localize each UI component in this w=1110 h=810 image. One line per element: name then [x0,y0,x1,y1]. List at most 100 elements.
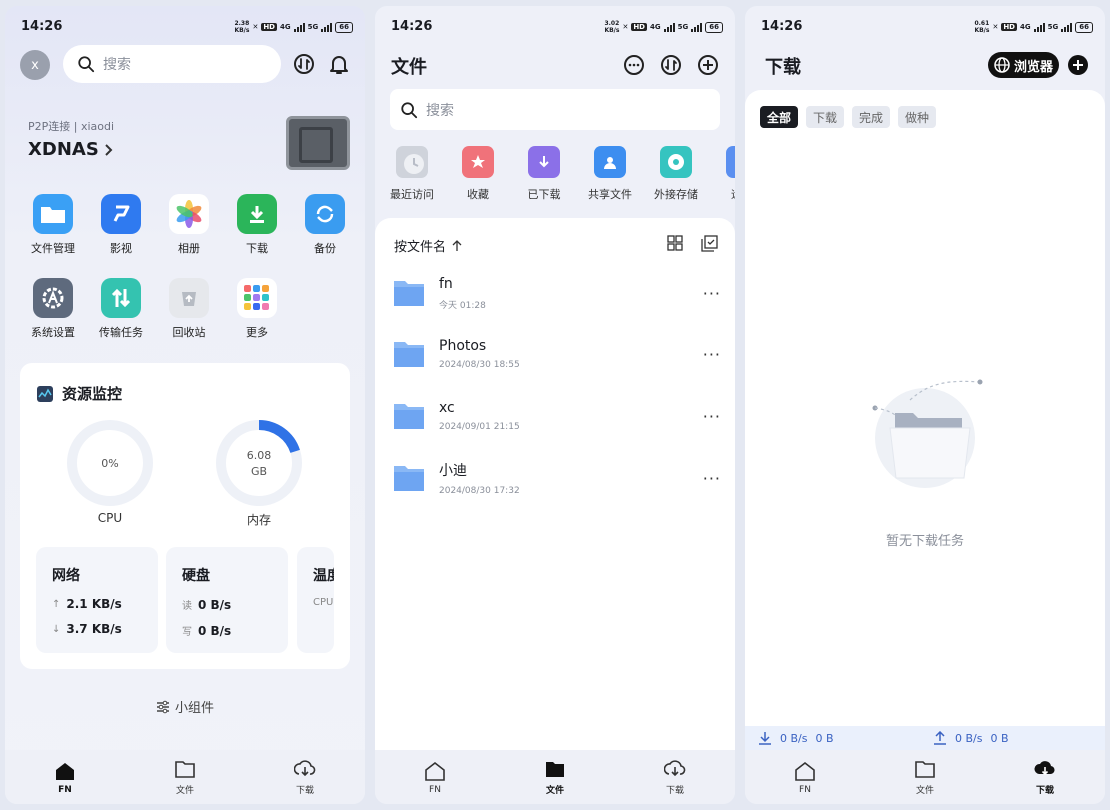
download-arrow-icon [759,732,771,745]
app-settings[interactable]: 系统设置 [19,278,87,340]
empty-state-text: 暂无下载任务 [885,534,964,549]
file-row[interactable]: 小迪 2024/08/30 17:32 ··· [393,453,721,503]
memory-gauge [216,420,302,506]
tab-files[interactable]: 文件 [895,758,955,796]
app-backup[interactable]: 备份 [291,194,359,256]
quick-remote[interactable]: 远程 [709,146,735,202]
app-label: 文件管理 [31,242,75,255]
folder-outline-icon [175,761,195,778]
bottom-tab-bar: FN 文件 下载 [745,750,1105,804]
add-icon[interactable] [696,53,720,77]
cpu-value: 0% [101,457,119,470]
app-download[interactable]: 下载 [223,194,291,256]
download-circle-icon [664,760,686,777]
status-time: 14:26 [21,19,63,34]
status-time: 14:26 [761,19,803,34]
file-name: 小迪 [439,463,467,479]
tab-downloads[interactable]: 下载 [1015,758,1075,796]
app-transfer[interactable]: 传输任务 [87,278,155,340]
network-widget[interactable]: 网络 ↑ 2.1 KB/s ↓ 3.7 KB/s [36,547,158,653]
file-list-pane: 按文件名 fn 今天 01:28 ··· Photos 2024/08/30 18:… [375,218,735,750]
tab-fn[interactable]: FN [405,760,465,795]
file-date: 2024/09/01 21:15 [439,422,520,432]
tab-files[interactable]: 文件 [525,758,585,796]
more-icon[interactable]: ··· [703,469,721,488]
transfer-status-icon[interactable] [292,52,316,76]
more-apps-icon [237,278,277,318]
quick-external[interactable]: 外接存储 [643,146,709,202]
search-placeholder: 搜索 [426,102,454,119]
chip-downloading[interactable]: 下载 [806,106,845,128]
bell-icon[interactable] [327,52,351,76]
app-label: 相册 [178,242,200,255]
tab-downloads[interactable]: 下载 [645,758,705,796]
more-icon[interactable]: ··· [703,407,721,426]
add-icon[interactable] [1066,53,1090,77]
home-outline-icon [795,761,815,781]
tab-fn[interactable]: FN [775,760,835,795]
disk-widget[interactable]: 硬盘 读0 B/s 写0 B/s [166,547,288,653]
avatar[interactable]: x [20,50,50,80]
app-label: 系统设置 [31,326,75,339]
widget-settings-button[interactable]: 小组件 [5,697,365,716]
tab-fn[interactable]: FN [35,760,95,795]
chip-completed[interactable]: 完成 [852,106,891,128]
file-date: 2024/08/30 17:32 [439,486,520,496]
globe-icon [994,57,1010,73]
download-size: 0 B [815,731,834,745]
signal-icon-2 [1061,22,1073,32]
signal-icon [293,22,305,32]
status-time: 14:26 [391,19,433,34]
quick-favorites[interactable]: 收藏 [445,146,511,202]
app-label: 备份 [314,242,336,255]
quick-shared[interactable]: 共享文件 [577,146,643,202]
file-row[interactable]: Photos 2024/08/30 18:55 ··· [393,329,721,379]
network-type-1: 4G [1020,23,1031,31]
app-photos[interactable]: 相册 [155,194,223,256]
grid-view-icon[interactable] [667,235,683,251]
resource-monitor-title: 资源监控 [36,383,122,404]
video-icon [101,194,141,234]
recycle-icon [169,278,209,318]
chip-all[interactable]: 全部 [760,106,799,128]
tab-files[interactable]: 文件 [155,758,215,796]
disk-icon [660,146,692,178]
search-input[interactable]: 搜索 [390,89,720,130]
search-input[interactable]: 搜索 [63,45,281,83]
home-screen: 14:26 2.38 KB/s ✕ HD 4G 5G 66 x 搜索 P2P连接 … [5,6,365,804]
app-file-manager[interactable]: 文件管理 [19,194,87,256]
file-row[interactable]: xc 2024/09/01 21:15 ··· [393,391,721,441]
quick-downloaded[interactable]: 已下载 [511,146,577,202]
status-indicators: 0.61 KB/s ✕ HD 4G 5G 66 [974,20,1093,34]
transfer-status-icon[interactable] [659,53,683,77]
sliders-icon [156,700,169,713]
battery-icon: 66 [1075,21,1093,33]
hd-badge: HD [1001,23,1017,31]
tab-downloads[interactable]: 下载 [275,758,335,796]
nas-name-link[interactable]: XDNAS [28,139,113,160]
page-title: 下载 [765,57,801,78]
multi-select-icon[interactable] [701,235,718,252]
app-recycle[interactable]: 回收站 [155,278,223,340]
temperature-widget[interactable]: 温度 CPU [297,547,334,653]
chip-seeding[interactable]: 做种 [898,106,937,128]
download-filter-chips: 全部 下载 完成 做种 [760,106,937,128]
files-screen: 14:26 3.02 KB/s ✕ HD 4G 5G 66 文件 搜索 最近访问 … [375,6,735,804]
more-options-icon[interactable] [622,53,646,77]
resource-monitor-card[interactable]: 资源监控 0% CPU 6.08 GB 内存 网络 ↑ 2.1 KB/s ↓ 3.7… [20,363,350,669]
muted-icon: ✕ [622,23,629,31]
signal-icon-2 [321,22,333,32]
app-more[interactable]: 更多 [223,278,291,340]
quick-recent[interactable]: 最近访问 [379,146,445,202]
network-type-2: 5G [1047,23,1059,31]
arrow-up-icon: ↑ [52,598,61,610]
sort-button[interactable]: 按文件名 [394,236,462,255]
app-video[interactable]: 影视 [87,194,155,256]
file-row[interactable]: fn 今天 01:28 ··· [393,268,721,318]
network-speed: 0.61 KB/s [974,20,990,34]
more-icon[interactable]: ··· [703,284,721,303]
status-bar: 14:26 3.02 KB/s ✕ HD 4G 5G 66 [375,6,735,46]
browser-button[interactable]: 浏览器 [988,52,1059,78]
folder-icon [394,466,424,491]
more-icon[interactable]: ··· [703,345,721,364]
